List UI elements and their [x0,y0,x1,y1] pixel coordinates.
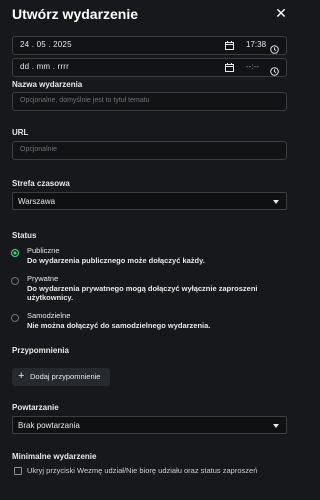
status-option-desc: Do wydarzenia publicznego może dołączyć … [27,255,205,265]
start-datetime-field[interactable]: 24 . 05 . 2025 17:38 [12,36,287,55]
event-name-placeholder: Opcjonalne, domyślnie jest to tytuł tema… [20,97,150,104]
radio-button[interactable] [11,277,19,285]
recurrence-value: Brak powtarzania [18,421,80,430]
status-option-title: Prywatne [27,274,59,283]
url-input[interactable]: Opcjonalnie [12,141,287,160]
calendar-icon[interactable] [225,41,234,50]
clock-icon[interactable] [270,41,279,54]
radio-button[interactable] [11,314,19,322]
minimal-event-checkbox[interactable] [14,467,22,475]
url-placeholder: Opcjonalnie [20,146,57,153]
start-date-value[interactable]: 24 . 05 . 2025 [20,40,72,49]
radio-button[interactable] [11,249,19,257]
chevron-down-icon [273,424,279,428]
recurrence-select[interactable]: Brak powtarzania [12,416,287,434]
dialog-title: Utwórz wydarzenie [12,6,139,22]
chevron-down-icon [273,200,279,204]
status-option-title: Samodzielne [27,311,71,320]
close-icon[interactable]: ✕ [273,5,289,21]
timezone-select[interactable]: Warszawa [12,192,287,210]
dialog-header: Utwórz wydarzenie ✕ [12,4,289,24]
timezone-label: Strefa czasowa [12,179,70,188]
reminders-label: Przypomnienia [12,346,69,355]
status-option-public[interactable]: Publiczne Do wydarzenia publicznego może… [11,246,291,266]
status-option-desc: Nie można dołączyć do samodzielnego wyda… [27,320,211,330]
status-option-private[interactable]: Prywatne Do wydarzenia prywatnego mogą d… [11,274,291,302]
minimal-event-checkbox-label: Ukryj przyciski Wezmę udział/Nie biorę u… [27,466,258,475]
end-date-placeholder[interactable]: dd . mm . rrrr [20,62,69,71]
plus-icon: + [18,370,25,382]
clock-icon[interactable] [270,63,279,76]
recurrence-label: Powtarzanie [12,403,59,412]
add-reminder-label: Dodaj przypomnienie [30,372,101,381]
event-name-label: Nazwa wydarzenia [12,80,83,89]
end-datetime-field[interactable]: dd . mm . rrrr --:-- [12,58,287,77]
add-reminder-button[interactable]: + Dodaj przypomnienie [12,368,110,386]
end-time-placeholder[interactable]: --:-- [246,62,259,71]
status-option-desc: Do wydarzenia prywatnego mogą dołączyć w… [27,283,258,303]
url-label: URL [12,128,29,137]
calendar-icon[interactable] [225,63,234,72]
start-time-value[interactable]: 17:38 [246,40,266,49]
status-label: Status [12,231,37,240]
status-option-title: Publiczne [27,246,60,255]
minimal-event-label: Minimalne wydarzenie [12,452,97,461]
status-option-standalone[interactable]: Samodzielne Nie można dołączyć do samodz… [11,311,291,331]
timezone-value: Warszawa [18,197,56,206]
minimal-event-option[interactable]: Ukryj przyciski Wezmę udział/Nie biorę u… [12,466,292,478]
event-name-input[interactable]: Opcjonalne, domyślnie jest to tytuł tema… [12,92,287,111]
